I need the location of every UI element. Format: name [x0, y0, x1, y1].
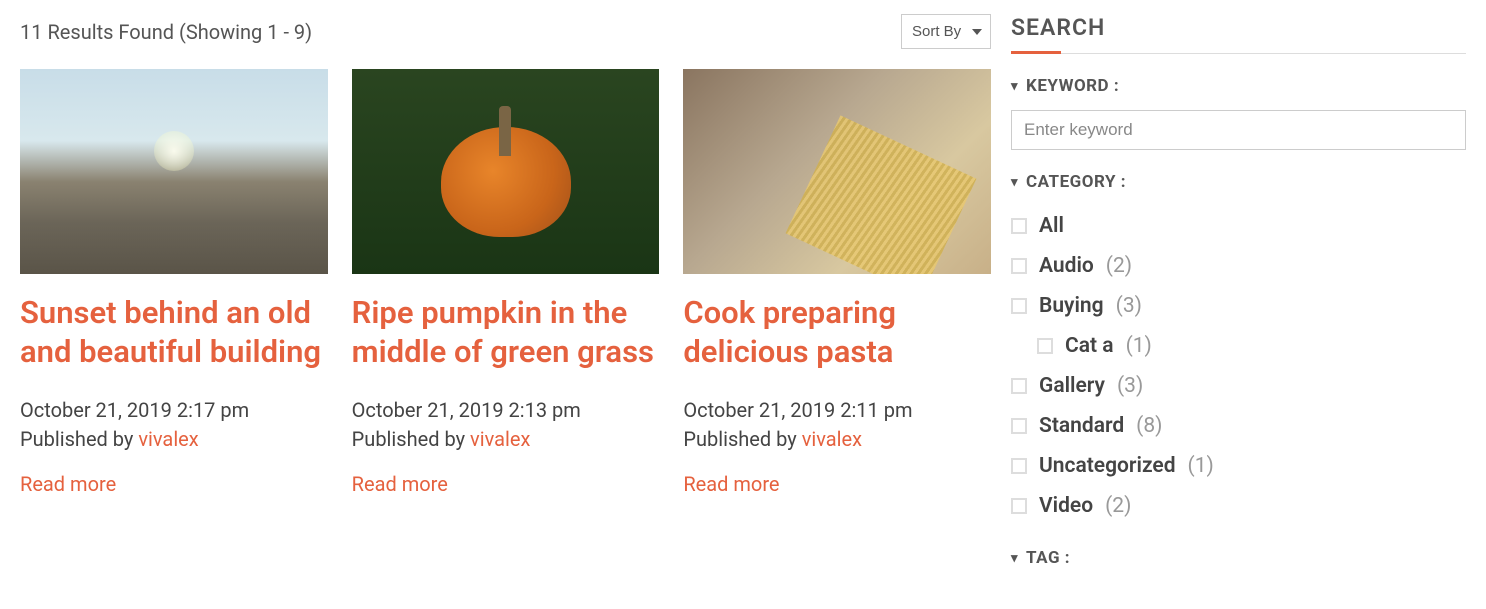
category-list: All Audio (2) Buying (3) Cat a (1): [1011, 206, 1466, 526]
category-item-video[interactable]: Video (2): [1011, 486, 1466, 526]
post-title[interactable]: Cook preparing delicious pasta: [683, 294, 991, 372]
category-filter: ▾ CATEGORY : All Audio (2) Buying (3): [1011, 172, 1466, 526]
sidebar-title: SEARCH: [1011, 14, 1466, 54]
read-more-link[interactable]: Read more: [20, 472, 116, 496]
results-header: 11 Results Found (Showing 1 - 9) Sort By: [20, 14, 991, 49]
category-item-standard[interactable]: Standard (8): [1011, 406, 1466, 446]
checkbox-icon[interactable]: [1011, 458, 1027, 474]
keyword-toggle[interactable]: ▾ KEYWORD :: [1011, 76, 1466, 96]
category-toggle[interactable]: ▾ CATEGORY :: [1011, 172, 1466, 192]
chevron-down-icon: ▾: [1011, 175, 1018, 190]
main-content: 11 Results Found (Showing 1 - 9) Sort By…: [20, 14, 991, 590]
post-image[interactable]: [352, 69, 660, 274]
post-meta: October 21, 2019 2:11 pm Published by vi…: [683, 396, 991, 454]
cards-grid: Sunset behind an old and beautiful build…: [20, 69, 991, 496]
post-author-link[interactable]: vivalex: [470, 427, 530, 451]
post-title[interactable]: Ripe pumpkin in the middle of green gras…: [352, 294, 660, 372]
keyword-input[interactable]: [1011, 110, 1466, 150]
checkbox-icon[interactable]: [1011, 298, 1027, 314]
tag-toggle[interactable]: ▾ TAG :: [1011, 548, 1466, 568]
keyword-label: KEYWORD :: [1026, 76, 1119, 96]
category-item-uncategorized[interactable]: Uncategorized (1): [1011, 446, 1466, 486]
checkbox-icon[interactable]: [1011, 498, 1027, 514]
tag-filter: ▾ TAG :: [1011, 548, 1466, 568]
category-item-audio[interactable]: Audio (2): [1011, 246, 1466, 286]
post-author-link[interactable]: vivalex: [138, 427, 198, 451]
chevron-down-icon: ▾: [1011, 79, 1018, 94]
chevron-down-icon: ▾: [1011, 551, 1018, 566]
tag-label: TAG :: [1026, 548, 1070, 568]
post-meta: October 21, 2019 2:17 pm Published by vi…: [20, 396, 328, 454]
post-meta: October 21, 2019 2:13 pm Published by vi…: [352, 396, 660, 454]
post-card: Cook preparing delicious pasta October 2…: [683, 69, 991, 496]
checkbox-icon[interactable]: [1037, 338, 1053, 354]
post-card: Sunset behind an old and beautiful build…: [20, 69, 328, 496]
checkbox-icon[interactable]: [1011, 378, 1027, 394]
post-image[interactable]: [683, 69, 991, 274]
read-more-link[interactable]: Read more: [683, 472, 779, 496]
post-title[interactable]: Sunset behind an old and beautiful build…: [20, 294, 328, 372]
keyword-filter: ▾ KEYWORD :: [1011, 76, 1466, 150]
sort-by-select[interactable]: Sort By: [901, 14, 991, 49]
post-card: Ripe pumpkin in the middle of green gras…: [352, 69, 660, 496]
post-author-link[interactable]: vivalex: [802, 427, 862, 451]
category-item-gallery[interactable]: Gallery (3): [1011, 366, 1466, 406]
post-image[interactable]: [20, 69, 328, 274]
category-item-buying[interactable]: Buying (3): [1011, 286, 1466, 326]
results-count: 11 Results Found (Showing 1 - 9): [20, 20, 312, 44]
checkbox-icon[interactable]: [1011, 218, 1027, 234]
category-item-all[interactable]: All: [1011, 206, 1466, 246]
category-item-cat-a[interactable]: Cat a (1): [1011, 326, 1466, 366]
search-sidebar: SEARCH ▾ KEYWORD : ▾ CATEGORY : All: [1011, 14, 1466, 590]
read-more-link[interactable]: Read more: [352, 472, 448, 496]
checkbox-icon[interactable]: [1011, 258, 1027, 274]
category-label: CATEGORY :: [1026, 172, 1126, 192]
checkbox-icon[interactable]: [1011, 418, 1027, 434]
